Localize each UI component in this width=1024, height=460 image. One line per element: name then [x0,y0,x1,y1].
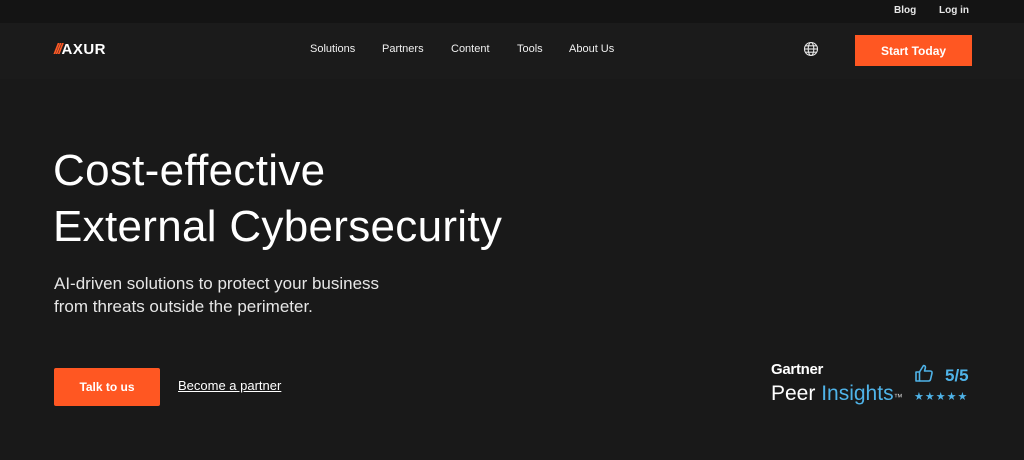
logo-slashes: /// [54,40,62,58]
hero-title: Cost-effective External Cybersecurity [53,143,502,255]
hero-subtitle: AI-driven solutions to protect your busi… [54,272,474,318]
peer-insights-label: Peer Insights™ [771,382,903,406]
hero-subtitle-line1: AI-driven solutions to protect your busi… [54,274,380,293]
utility-bar: Blog Log in [0,0,1024,23]
nav-item-partners[interactable]: Partners [382,43,424,55]
axur-logo[interactable]: /// AXUR [54,40,106,58]
nav-item-solutions[interactable]: Solutions [310,43,355,55]
rating-stars: ★★★★★ [914,391,969,403]
hero-subtitle-line2: from threats outside the perimeter. [54,297,313,316]
gartner-brand: Gartner [771,361,824,378]
start-today-button[interactable]: Start Today [855,35,972,66]
nav-item-content[interactable]: Content [451,43,490,55]
hero-title-line1: Cost-effective [53,146,326,195]
blog-link[interactable]: Blog [894,5,916,16]
become-partner-link[interactable]: Become a partner [178,378,281,393]
nav-item-about-us[interactable]: About Us [569,43,614,55]
login-link[interactable]: Log in [939,5,969,16]
insights-text: Insights [821,382,894,405]
nav-item-tools[interactable]: Tools [517,43,543,55]
talk-to-us-button[interactable]: Talk to us [54,368,160,406]
globe-icon[interactable] [803,41,819,57]
trademark-symbol: ™ [893,392,903,402]
thumbs-up-icon [915,364,933,382]
logo-text: AXUR [61,40,107,58]
rating-score: 5/5 [945,366,969,385]
peer-text: Peer [771,382,816,405]
hero-title-line2: External Cybersecurity [53,202,503,251]
main-navigation: /// AXUR Solutions Partners Content Tool… [0,23,1024,79]
